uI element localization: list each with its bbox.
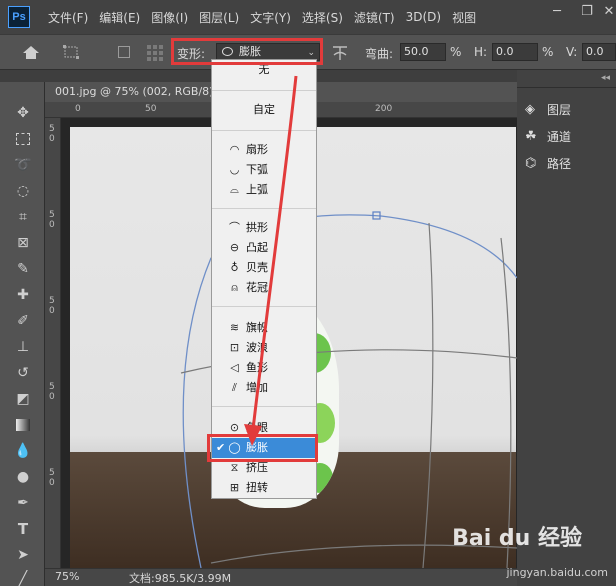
- baidu-watermark-url: jingyan.baidu.com: [506, 566, 608, 579]
- annotation-arrow: [244, 75, 298, 446]
- baidu-watermark-logo: Bai du 经验: [452, 526, 582, 551]
